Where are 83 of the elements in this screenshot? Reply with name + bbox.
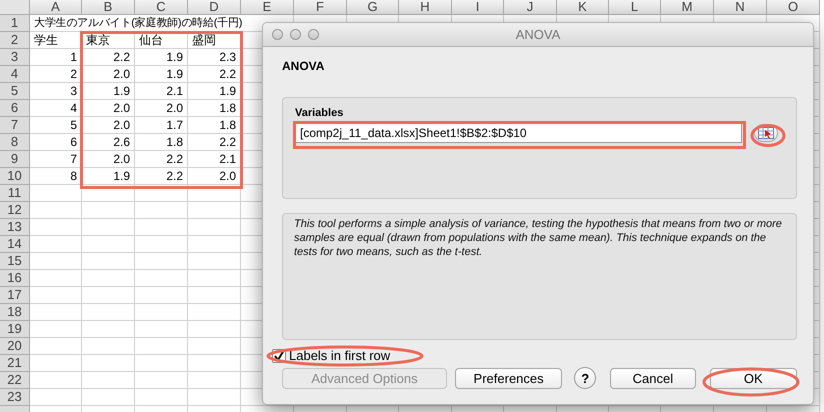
table-cell: 2.0 xyxy=(82,117,135,134)
table-cell: 2.2 xyxy=(135,168,188,185)
row-header[interactable]: 16 xyxy=(0,270,30,287)
table-cell: 6 xyxy=(30,134,82,151)
row-header[interactable]: 17 xyxy=(0,287,30,304)
column-header[interactable]: G xyxy=(347,0,399,15)
table-cell: 8 xyxy=(30,168,82,185)
row-header[interactable]: 18 xyxy=(0,304,30,321)
description-text: This tool performs a simple analysis of variance, testing the hypothesis that means from two or more samples are equal (drawn from populations with the same mean). This technique expands on the tests for two means, such as the t-test. xyxy=(294,217,783,259)
row-header[interactable]: 22 xyxy=(0,372,30,389)
range-input-field[interactable]: [comp2j_11_data.xlsx]Sheet1!$B$2:$D$10 xyxy=(295,123,742,143)
column-header[interactable]: L xyxy=(609,0,661,15)
table-cell: 1.7 xyxy=(135,117,188,134)
table-cell: 1.9 xyxy=(82,83,135,100)
column-header[interactable]: E xyxy=(241,0,294,15)
table-cell: 2.2 xyxy=(135,151,188,168)
column-header[interactable]: D xyxy=(188,0,241,15)
column-header[interactable]: N xyxy=(714,0,767,15)
table-cell: 仙台 xyxy=(135,32,188,49)
row-header[interactable]: 10 xyxy=(0,168,30,185)
table-cell: 1.8 xyxy=(135,134,188,151)
table-cell: 1.9 xyxy=(135,66,188,83)
preferences-button[interactable]: Preferences xyxy=(454,368,562,388)
row-header[interactable]: 19 xyxy=(0,321,30,338)
row-header[interactable]: 8 xyxy=(0,134,30,151)
table-cell: 盛岡 xyxy=(188,32,241,49)
column-header[interactable]: F xyxy=(294,0,347,15)
cancel-button[interactable]: Cancel xyxy=(610,368,696,388)
row-header[interactable]: 2 xyxy=(0,32,30,49)
row-header[interactable]: 13 xyxy=(0,219,30,236)
table-cell: 2.0 xyxy=(82,100,135,117)
table-cell: 東京 xyxy=(82,32,135,49)
field-label: Variables xyxy=(295,107,344,119)
column-header[interactable]: M xyxy=(661,0,714,15)
table-cell: 2.1 xyxy=(135,83,188,100)
row-header[interactable]: 12 xyxy=(0,202,30,219)
table-cell: 4 xyxy=(30,100,82,117)
table-cell: 1.9 xyxy=(82,168,135,185)
row-header[interactable]: 5 xyxy=(0,83,30,100)
table-cell: 2.2 xyxy=(188,134,241,151)
dialog-heading: ANOVA xyxy=(282,59,324,73)
table-cell: 2.3 xyxy=(188,49,241,66)
help-button[interactable]: ? xyxy=(574,367,596,389)
table-cell: 2.0 xyxy=(188,168,241,185)
column-header[interactable]: A xyxy=(30,0,82,15)
table-cell: 2.0 xyxy=(82,151,135,168)
table-cell: 2.0 xyxy=(135,100,188,117)
row-header[interactable]: 7 xyxy=(0,117,30,134)
table-cell: 2.1 xyxy=(188,151,241,168)
table-cell: 1.9 xyxy=(188,83,241,100)
table-cell: 1 xyxy=(30,49,82,66)
column-header[interactable]: C xyxy=(135,0,188,15)
row-header[interactable]: 23 xyxy=(0,389,30,406)
table-cell: 3 xyxy=(30,83,82,100)
column-header[interactable]: I xyxy=(452,0,504,15)
column-header[interactable]: K xyxy=(557,0,609,15)
table-cell: 2.0 xyxy=(82,66,135,83)
row-header[interactable]: 6 xyxy=(0,100,30,117)
labels-checkbox[interactable]: Labels in first row xyxy=(272,348,390,363)
column-header[interactable]: O xyxy=(767,0,820,15)
row-header[interactable]: 21 xyxy=(0,355,30,372)
table-cell: 学生 xyxy=(30,32,82,49)
column-header[interactable]: H xyxy=(399,0,452,15)
row-header[interactable]: 3 xyxy=(0,49,30,66)
row-header[interactable]: 11 xyxy=(0,185,30,202)
table-cell: 1.9 xyxy=(135,49,188,66)
column-header[interactable]: J xyxy=(504,0,557,15)
window-title: ANOVA xyxy=(516,27,560,42)
row-header[interactable]: 14 xyxy=(0,236,30,253)
row-header[interactable]: 9 xyxy=(0,151,30,168)
row-header[interactable]: 15 xyxy=(0,253,30,270)
table-cell: 2.2 xyxy=(188,66,241,83)
table-cell: 1.8 xyxy=(188,117,241,134)
table-cell: 2.2 xyxy=(82,49,135,66)
table-cell: 1.8 xyxy=(188,100,241,117)
table-cell: 2 xyxy=(30,66,82,83)
column-header[interactable]: B xyxy=(82,0,135,15)
table-cell: 5 xyxy=(30,117,82,134)
table-cell: 2.6 xyxy=(82,134,135,151)
row-header[interactable]: 20 xyxy=(0,338,30,355)
row-header[interactable]: 1 xyxy=(0,15,30,32)
row-header[interactable]: 4 xyxy=(0,66,30,83)
table-cell: 7 xyxy=(30,151,82,168)
